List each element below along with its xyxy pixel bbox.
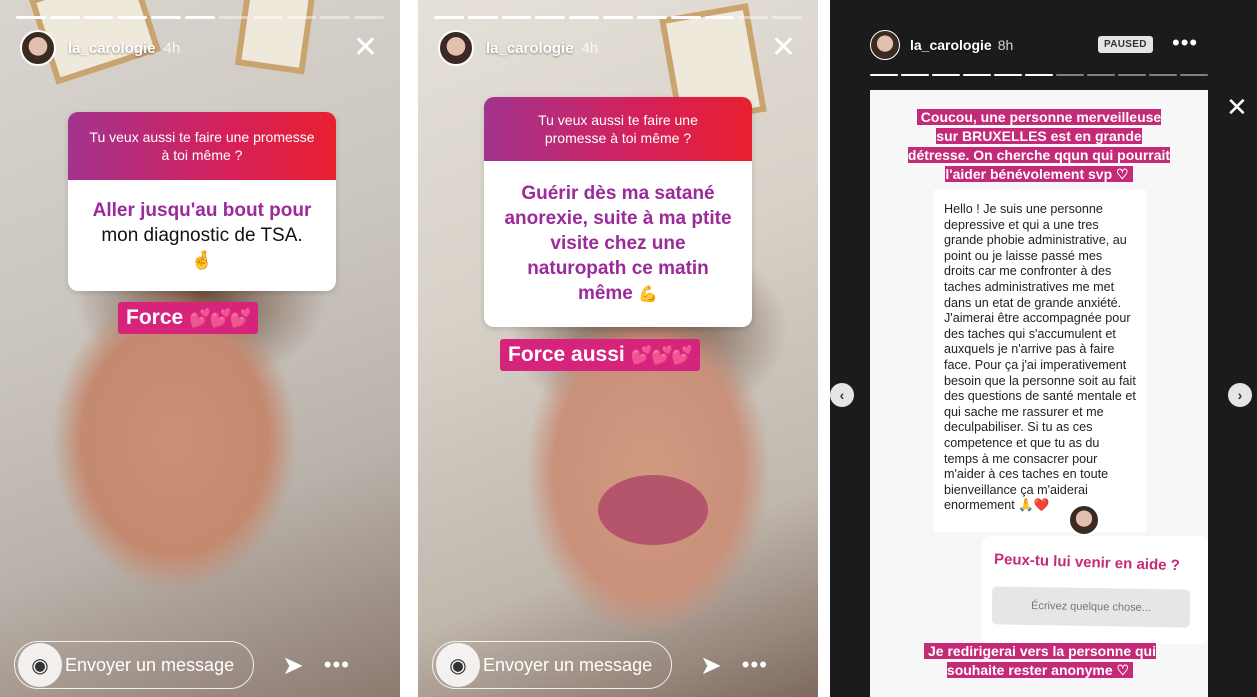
paused-badge: PAUSED [1098, 36, 1153, 53]
story-panel-2: la_carologie 4h ✕ Tu veux aussi te faire… [418, 0, 818, 697]
bottom-label: Je redirigerai vers la personne qui souh… [924, 643, 1156, 678]
story-progress [434, 16, 802, 19]
question-prompt: Tu veux aussi te faire une promesse à to… [68, 112, 336, 180]
flexed-arm-icon: 💪 [638, 286, 659, 303]
crossed-fingers-icon: 🤞 [190, 250, 214, 270]
question-card: Tu veux aussi te faire une promesse à to… [68, 112, 336, 291]
more-icon[interactable]: ••• [1172, 30, 1198, 56]
sticker-text: Force aussi [508, 343, 625, 366]
send-icon[interactable]: ➤ [700, 650, 722, 681]
question-answer: Guérir dès ma satané anorexie, suite à m… [484, 161, 752, 327]
sticker-text: Force [126, 306, 184, 329]
story-footer: ◉ Envoyer un message ➤ ••• [432, 639, 800, 691]
question-sticker[interactable]: Peux-tu lui venir en aide ? Écrivez quel… [982, 536, 1208, 644]
close-icon[interactable]: ✕ [353, 33, 378, 63]
more-icon[interactable]: ••• [742, 652, 768, 678]
message-input[interactable]: Envoyer un message [14, 641, 254, 689]
wall-frame [234, 0, 316, 75]
story-progress [870, 74, 1208, 76]
story-header: la_carologie 4h [20, 30, 180, 66]
avatar[interactable] [20, 30, 56, 66]
question-answer: Aller jusqu'au bout pour mon diagnostic … [68, 180, 336, 291]
answer-text: Guérir dès ma satané anorexie, suite à m… [504, 183, 732, 304]
bottom-text: Je redirigerai vers la personne qui souh… [910, 642, 1170, 680]
question-input[interactable]: Écrivez quelque chose... [991, 586, 1191, 628]
announcement-text: Coucou, une personne merveilleuse sur BR… [904, 108, 1174, 184]
dm-screenshot: Hello ! Je suis une personne depressive … [934, 190, 1146, 532]
prev-story-button[interactable]: ‹ [830, 383, 854, 407]
story-header: la_carologie 8h [870, 30, 1013, 60]
story-progress [16, 16, 384, 19]
message-input[interactable]: Envoyer un message [432, 641, 672, 689]
close-icon[interactable]: ✕ [1226, 92, 1248, 123]
force-sticker: Force 💕💕💕 [118, 302, 259, 334]
username[interactable]: la_carologie [68, 40, 156, 57]
avatar[interactable] [870, 30, 900, 60]
lips-shape [598, 475, 708, 545]
next-story-button[interactable]: › [1228, 383, 1252, 407]
question-title: Peux-tu lui venir en aide ? [993, 550, 1181, 575]
avatar [1068, 504, 1100, 536]
story-time: 8h [997, 37, 1014, 53]
username[interactable]: la_carologie [486, 40, 574, 57]
hearts-icon: 💕💕💕 [630, 345, 694, 365]
close-icon[interactable]: ✕ [771, 33, 796, 63]
story-time: 4h [163, 39, 181, 57]
force-aussi-sticker: Force aussi 💕💕💕 [500, 339, 700, 371]
answer-line-1: Aller jusqu'au bout pour [92, 200, 312, 221]
question-prompt: Tu veux aussi te faire une promesse à to… [484, 97, 752, 161]
more-icon[interactable]: ••• [324, 652, 350, 678]
question-card: Tu veux aussi te faire une promesse à to… [484, 97, 752, 327]
announcement-label: Coucou, une personne merveilleuse sur BR… [907, 109, 1171, 182]
hearts-icon: 💕💕💕 [189, 308, 252, 328]
send-icon[interactable]: ➤ [282, 650, 304, 681]
username[interactable]: la_carologie [910, 37, 992, 53]
answer-line-2: mon diagnostic de TSA. [101, 225, 303, 246]
story-header: la_carologie 4h [438, 30, 598, 66]
story-time: 4h [581, 39, 599, 57]
story-panel-3: la_carologie 8h PAUSED ••• Coucou, une p… [830, 0, 1257, 697]
story-content: Coucou, une personne merveilleuse sur BR… [870, 90, 1208, 697]
story-photo [0, 0, 400, 697]
avatar[interactable] [438, 30, 474, 66]
story-panel-1: la_carologie 4h ✕ Tu veux aussi te faire… [0, 0, 400, 697]
story-footer: ◉ Envoyer un message ➤ ••• [14, 639, 382, 691]
